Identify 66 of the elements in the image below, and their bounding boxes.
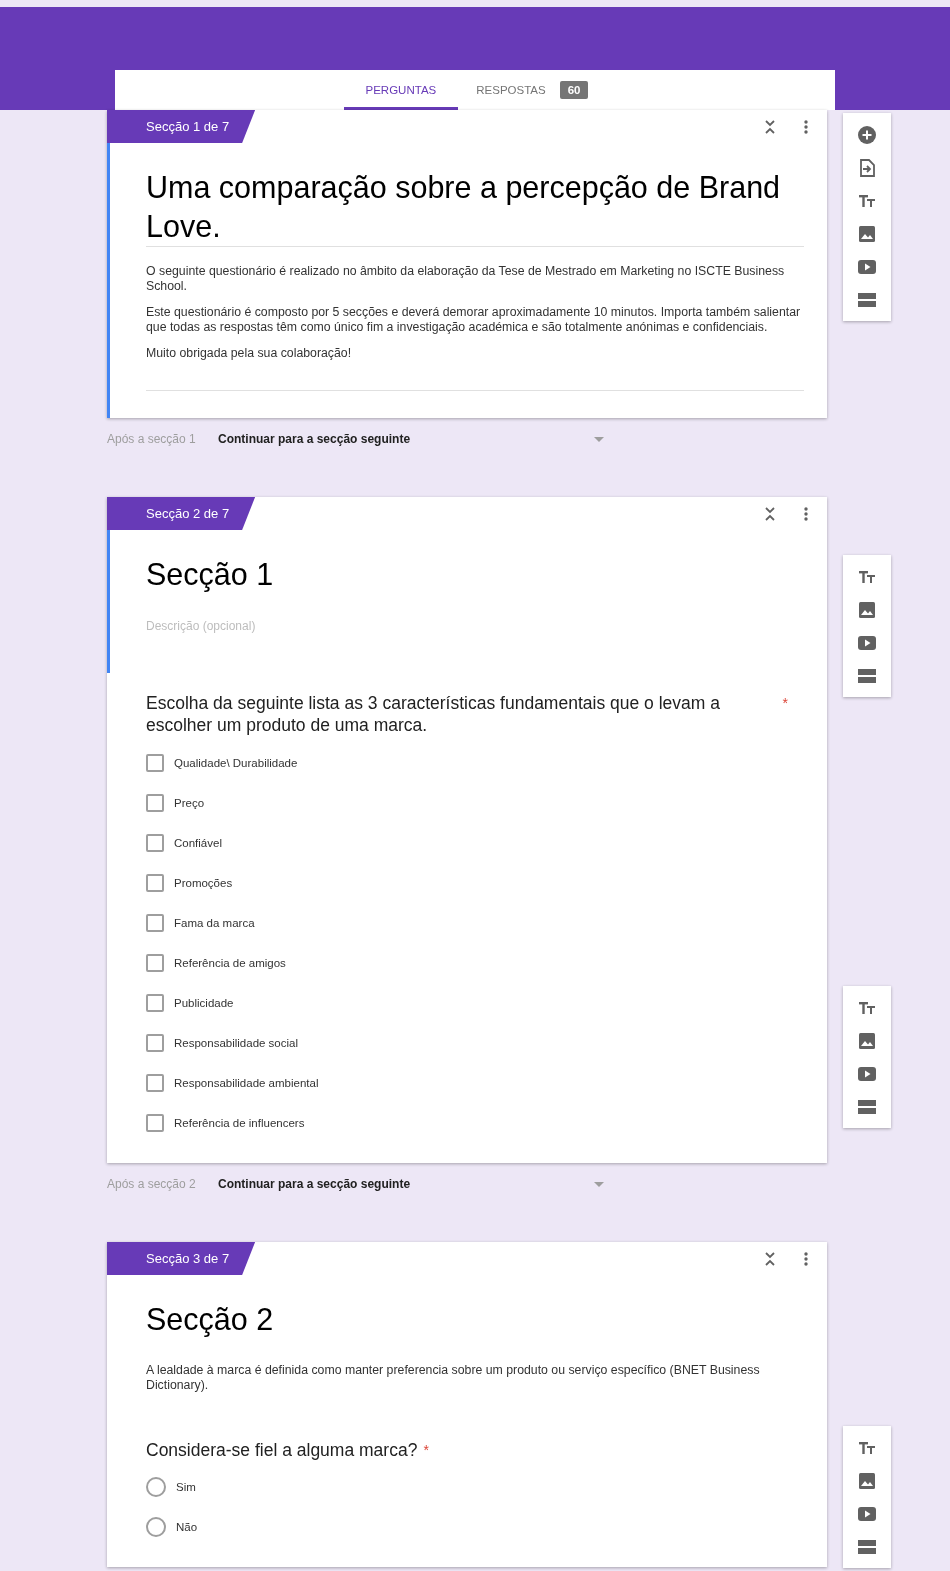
required-mark: * <box>423 1441 429 1460</box>
checkbox[interactable] <box>146 1074 164 1092</box>
count-badge: 60 <box>559 81 589 99</box>
image-icon[interactable] <box>858 600 876 619</box>
checkbox[interactable] <box>146 1114 164 1132</box>
section-label: Secção 1 de 7 <box>107 110 256 143</box>
checkbox[interactable] <box>146 874 164 892</box>
option-label: Confiável <box>174 837 222 849</box>
video-icon[interactable] <box>858 257 876 276</box>
required-mark: * <box>782 694 788 713</box>
option-label: Não <box>176 1521 198 1533</box>
section-icon[interactable] <box>858 666 876 685</box>
checkbox[interactable] <box>146 914 164 932</box>
option-label: Publicidade <box>174 997 234 1009</box>
section-icon[interactable] <box>858 1097 876 1116</box>
image-icon[interactable] <box>858 224 876 243</box>
section-title: Secção 2 <box>146 1301 275 1339</box>
option-label: Preço <box>174 797 205 809</box>
more-options-icon[interactable] <box>804 1251 808 1266</box>
next-section-dropdown[interactable]: Continuar para a secção seguinte <box>218 432 604 446</box>
caret-icon <box>594 436 604 442</box>
option-label: Responsabilidade social <box>174 1037 299 1049</box>
import-icon[interactable] <box>858 158 876 177</box>
tab[interactable]: RESPOSTAS 60 <box>458 70 607 110</box>
add-question-icon[interactable] <box>858 125 876 144</box>
next-section-dropdown[interactable]: Continuar para a secção seguinte <box>218 1177 604 1191</box>
video-icon[interactable] <box>858 633 876 652</box>
more-options-icon[interactable] <box>804 119 808 134</box>
option-label: Referência de amigos <box>174 957 286 969</box>
image-icon[interactable] <box>858 1031 876 1050</box>
option-label: Responsabilidade ambiental <box>174 1077 319 1089</box>
section-icon[interactable] <box>858 1537 876 1556</box>
section-description: A lealdade à marca é definida como manter preferencia sobre um produto ou serviço específico (BNET Business Dictionary). <box>146 1363 761 1393</box>
video-icon[interactable] <box>858 1504 876 1523</box>
more-options-icon[interactable] <box>804 506 808 521</box>
checkbox[interactable] <box>146 794 164 812</box>
collapse-icon[interactable] <box>764 119 776 134</box>
section-icon[interactable] <box>858 290 876 309</box>
section-description: O seguinte questionário é realizado no âmbito da elaboração da Tese de Mestrado em Marketing no ISCTE Business School. <box>146 264 786 294</box>
option-label: Fama da marca <box>174 917 255 929</box>
video-icon[interactable] <box>858 1064 876 1083</box>
checkbox[interactable] <box>146 1034 164 1052</box>
section-title: Uma comparação sobre a percepção de Brand Love. <box>146 143 804 247</box>
question-title: Considera-se fiel a alguma marca? <box>146 1439 418 1461</box>
checkbox[interactable] <box>146 954 164 972</box>
checkbox[interactable] <box>146 754 164 772</box>
collapse-icon[interactable] <box>764 506 776 521</box>
after-section-label: Após a secção 1 <box>107 432 197 446</box>
section-label: Secção 2 de 7 <box>107 497 256 530</box>
checkbox[interactable] <box>146 834 164 852</box>
option-label: Qualidade\ Durabilidade <box>174 757 298 769</box>
radio-button[interactable] <box>146 1517 166 1537</box>
question-title: Escolha da seguinte lista as 3 características fundamentais que o levam a escolher um produto de uma marca. <box>146 692 721 736</box>
caret-icon <box>594 1181 604 1187</box>
image-icon[interactable] <box>858 1471 876 1490</box>
checkbox[interactable] <box>146 994 164 1012</box>
section-title: Secção 1 <box>146 556 275 594</box>
after-section-label: Após a secção 2 <box>107 1177 197 1191</box>
section-label: Secção 3 de 7 <box>107 1242 256 1275</box>
option-label: Promoções <box>174 877 233 889</box>
option-label: Referência de influencers <box>174 1117 305 1129</box>
section-description: Este questionário é composto por 5 secções e deverá demorar aproximadamente 10 minutos. Importa também salientar que todas as respostas têm como único fim a investigação académica e são totalmente anónimas e confidenciais. <box>146 305 802 335</box>
collapse-icon[interactable] <box>764 1251 776 1266</box>
radio-button[interactable] <box>146 1477 166 1497</box>
option-label: Sim <box>176 1481 196 1493</box>
section-description: Muito obrigada pela sua colaboração! <box>146 346 353 361</box>
